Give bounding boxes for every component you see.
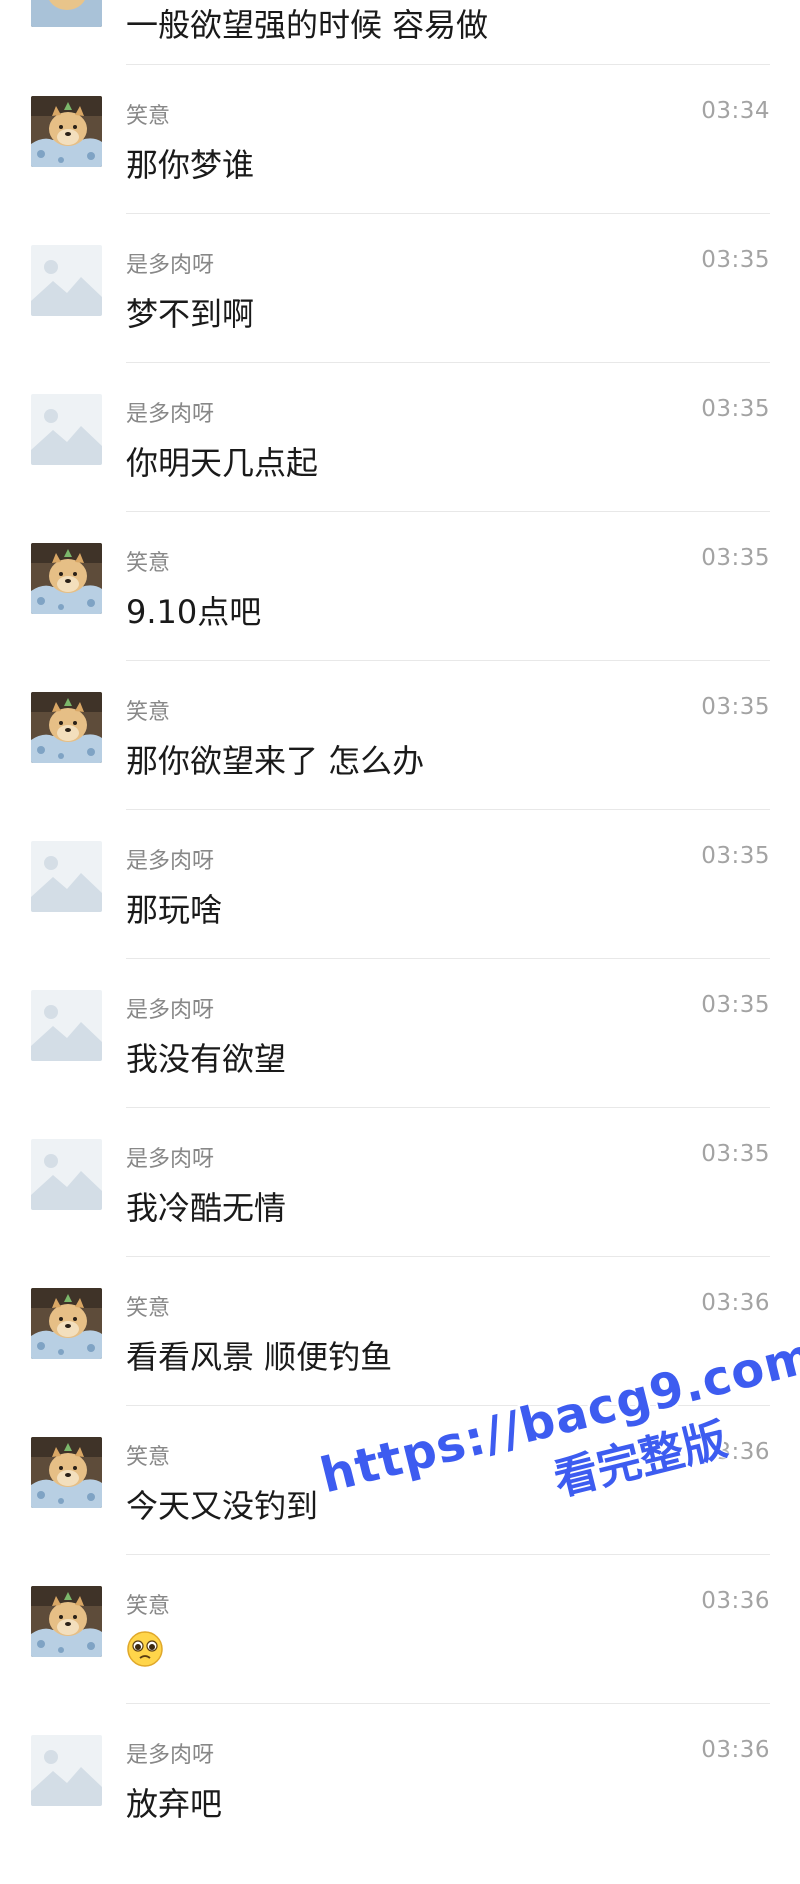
message-item[interactable]: 是多肉呀 03:35 梦不到啊 [0,245,800,394]
divider [126,1107,770,1108]
sender-name: 笑意 [126,700,171,725]
message-item[interactable]: 笑意 03:34 那你梦谁 [0,96,800,245]
message-time: 03:35 [701,694,770,720]
avatar[interactable] [31,841,102,912]
divider [126,660,770,661]
message-time: 03:35 [701,247,770,273]
avatar[interactable] [31,1586,102,1657]
avatar[interactable] [31,1437,102,1508]
divider [126,1405,770,1406]
image-placeholder-icon [31,841,102,912]
divider [126,64,770,65]
image-placeholder-icon [31,245,102,316]
message-item-partial[interactable]: 一般欲望强的时候 容易做 [0,0,800,105]
message-text: 你明天几点起 [126,444,319,482]
dog-avatar-icon [31,1437,102,1508]
divider [126,1703,770,1704]
message-item[interactable]: 笑意 03:35 9.10点吧 [0,543,800,692]
sender-name: 是多肉呀 [126,998,215,1023]
sender-name: 是多肉呀 [126,253,215,278]
message-text: 一般欲望强的时候 容易做 [126,6,489,44]
sender-name: 是多肉呀 [126,849,215,874]
message-text: 9.10点吧 [126,593,262,631]
dog-avatar-icon [31,543,102,614]
message-item[interactable]: 是多肉呀 03:36 放弃吧 [0,1735,800,1884]
divider [126,213,770,214]
message-time: 03:34 [701,98,770,124]
message-time: 03:36 [701,1290,770,1316]
message-time: 03:35 [701,1141,770,1167]
pleading-face-emoji-icon [127,1631,163,1667]
message-time: 03:36 [701,1737,770,1763]
message-time: 03:36 [701,1439,770,1465]
message-item[interactable]: 笑意 03:36 今天又没钓到 [0,1437,800,1586]
dog-avatar-icon [31,96,102,167]
dog-avatar-icon [31,0,102,27]
divider [126,511,770,512]
divider [126,958,770,959]
message-item[interactable]: 笑意 03:36 [0,1586,800,1735]
message-text: 我冷酷无情 [126,1189,287,1227]
avatar[interactable] [31,1139,102,1210]
message-text: 今天又没钓到 [126,1487,319,1525]
sender-name: 是多肉呀 [126,1147,215,1172]
sender-name: 笑意 [126,1296,171,1321]
message-time: 03:35 [701,396,770,422]
message-text: 看看风景 顺便钓鱼 [126,1338,393,1376]
message-time: 03:36 [701,1588,770,1614]
message-item[interactable]: 是多肉呀 03:35 你明天几点起 [0,394,800,543]
message-item[interactable]: 是多肉呀 03:35 我没有欲望 [0,990,800,1139]
message-item[interactable]: 笑意 03:35 那你欲望来了 怎么办 [0,692,800,841]
dog-avatar-icon [31,1288,102,1359]
message-text: 我没有欲望 [126,1040,287,1078]
image-placeholder-icon [31,394,102,465]
message-item[interactable]: 是多肉呀 03:35 那玩啥 [0,841,800,990]
sender-name: 笑意 [126,1445,171,1470]
avatar[interactable] [31,543,102,614]
message-text: 那你梦谁 [126,146,255,184]
avatar[interactable] [31,990,102,1061]
sender-name: 笑意 [126,1594,171,1619]
message-time: 03:35 [701,545,770,571]
message-item[interactable]: 笑意 03:36 看看风景 顺便钓鱼 [0,1288,800,1437]
sender-name: 是多肉呀 [126,402,215,427]
divider [126,1554,770,1555]
divider [126,1256,770,1257]
avatar[interactable] [31,1735,102,1806]
message-text: 那玩啥 [126,891,223,929]
avatar[interactable] [31,245,102,316]
avatar[interactable] [31,394,102,465]
dog-avatar-icon [31,692,102,763]
avatar[interactable] [31,692,102,763]
image-placeholder-icon [31,1139,102,1210]
sender-name: 笑意 [126,551,171,576]
message-item[interactable]: 是多肉呀 03:35 我冷酷无情 [0,1139,800,1288]
avatar[interactable] [31,0,102,27]
message-text: 放弃吧 [126,1785,223,1823]
image-placeholder-icon [31,1735,102,1806]
sender-name: 笑意 [126,104,171,129]
message-time: 03:35 [701,843,770,869]
dog-avatar-icon [31,1586,102,1657]
sender-name: 是多肉呀 [126,1743,215,1768]
avatar[interactable] [31,96,102,167]
image-placeholder-icon [31,990,102,1061]
divider [126,809,770,810]
divider [126,362,770,363]
message-time: 03:35 [701,992,770,1018]
avatar[interactable] [31,1288,102,1359]
message-text: 梦不到啊 [126,295,255,333]
message-text: 那你欲望来了 怎么办 [126,742,425,780]
